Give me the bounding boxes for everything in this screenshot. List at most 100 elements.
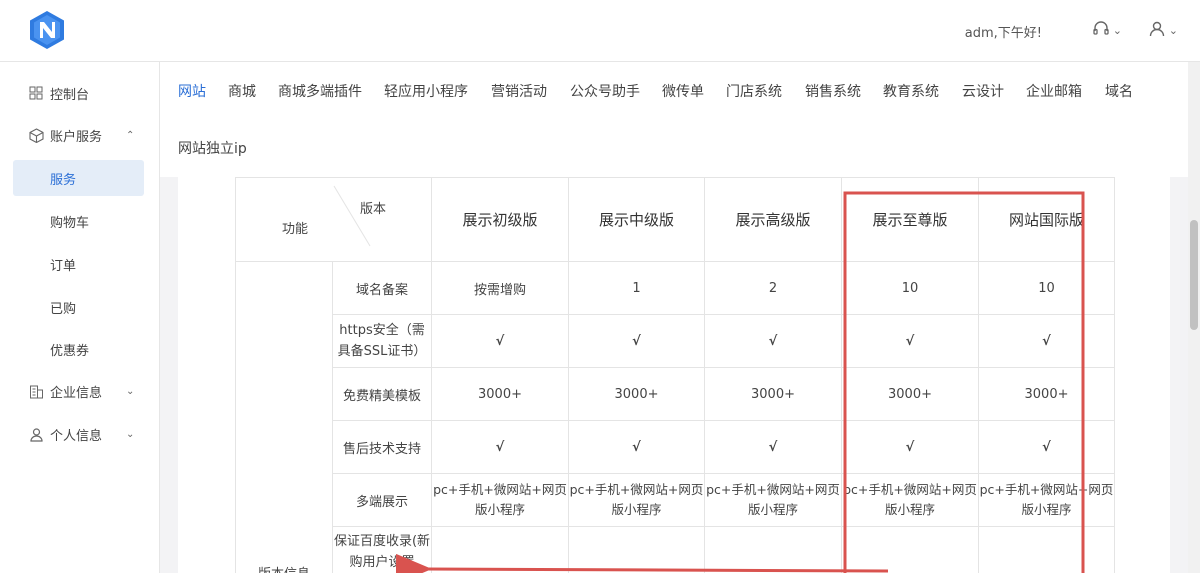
table-cell: pc+手机+微网站+网页版小程序 — [704, 473, 842, 527]
tab-store-system[interactable]: 门店系统 — [726, 81, 782, 101]
chevron-up-icon: ⌃ — [126, 129, 135, 141]
person-icon — [28, 426, 44, 442]
sidebar-item-cart[interactable]: 购物车 — [0, 203, 160, 239]
table-row: 售后技术支持 √ √ √ √ √ — [236, 420, 1115, 474]
sidebar-item-label: 已购 — [50, 301, 77, 317]
sidebar-item-label: 购物车 — [50, 215, 90, 231]
check-icon: √ — [841, 420, 979, 474]
tab-mall-plugin[interactable]: 商城多端插件 — [278, 81, 362, 101]
feature-label: 多端展示 — [332, 473, 432, 527]
chevron-down-icon: ⌄ — [126, 428, 135, 440]
table-cell — [431, 526, 569, 573]
dashboard-icon — [28, 85, 44, 101]
feature-label: 保证百度收录(新购用户设置 — [332, 526, 432, 573]
sidebar-item-label: 控制台 — [50, 87, 90, 103]
tab-education-system[interactable]: 教育系统 — [883, 81, 939, 101]
version-comparison-table: 版本 功能 展示初级版 展示中级版 展示高级版 展示至尊版 网站国际版 版本信息… — [235, 177, 1115, 573]
tab-flyer[interactable]: 微传单 — [662, 81, 704, 101]
tab-website[interactable]: 网站 — [178, 81, 206, 101]
tab-mall[interactable]: 商城 — [228, 81, 256, 101]
sidebar-item-purchased[interactable]: 已购 — [0, 289, 160, 325]
check-icon: √ — [568, 420, 705, 474]
table-cell — [568, 526, 705, 573]
column-header: 展示中级版 — [568, 177, 705, 262]
table-cell: 3000+ — [568, 367, 705, 421]
feature-label: https安全（需具备SSL证书） — [332, 314, 432, 368]
table-cell: 3000+ — [431, 367, 569, 421]
check-icon: √ — [568, 314, 705, 368]
corner-diagonal — [333, 185, 371, 247]
sidebar-item-label: 服务 — [50, 172, 77, 188]
tab-sales-system[interactable]: 销售系统 — [805, 81, 861, 101]
table-cell: 10 — [841, 261, 979, 315]
table-row: 保证百度收录(新购用户设置 — [236, 526, 1115, 573]
sidebar-item-label: 订单 — [50, 258, 77, 274]
table-cell: pc+手机+微网站+网页版小程序 — [568, 473, 705, 527]
chevron-down-icon: ⌄ — [1112, 23, 1122, 37]
sidebar-item-services[interactable]: 服务 — [13, 160, 144, 196]
customer-service-menu[interactable]: ⌄ — [1092, 19, 1122, 41]
table-row: 免费精美模板 3000+ 3000+ 3000+ 3000+ 3000+ — [236, 367, 1115, 421]
scrollbar-thumb[interactable] — [1190, 220, 1198, 330]
tab-cloud-design[interactable]: 云设计 — [962, 81, 1004, 101]
tab-domain[interactable]: 域名 — [1105, 81, 1133, 101]
table-cell: 按需增购 — [431, 261, 569, 315]
product-tabs: 网站 商城 商城多端插件 轻应用小程序 营销活动 公众号助手 微传单 门店系统 … — [160, 62, 1188, 177]
check-icon: √ — [704, 420, 842, 474]
check-icon: √ — [431, 314, 569, 368]
corner-feature-label: 功能 — [282, 222, 309, 237]
table-cell: 2 — [704, 261, 842, 315]
sidebar-item-account-services[interactable]: 账户服务 ⌃ — [0, 117, 160, 153]
column-header: 展示高级版 — [704, 177, 842, 262]
table-cell: 3000+ — [704, 367, 842, 421]
chevron-down-icon: ⌄ — [1168, 23, 1178, 37]
chevron-down-icon: ⌄ — [126, 385, 135, 397]
check-icon: √ — [978, 314, 1115, 368]
comparison-panel: 版本 功能 展示初级版 展示中级版 展示高级版 展示至尊版 网站国际版 版本信息… — [178, 177, 1170, 573]
tab-enterprise-mail[interactable]: 企业邮箱 — [1026, 81, 1082, 101]
table-cell — [704, 526, 842, 573]
column-header: 网站国际版 — [978, 177, 1115, 262]
feature-label: 售后技术支持 — [332, 420, 432, 474]
sidebar-item-label: 个人信息 — [50, 428, 103, 444]
sidebar-item-label: 企业信息 — [50, 385, 103, 401]
tab-mini-program[interactable]: 轻应用小程序 — [384, 81, 468, 101]
table-cell — [841, 526, 979, 573]
user-icon — [1148, 20, 1166, 41]
sidebar: 控制台 账户服务 ⌃ 服务 购物车 订单 已购 优惠券 企业信息 ⌄ 个人信息 … — [0, 62, 160, 573]
table-cell: 1 — [568, 261, 705, 315]
table-cell: 10 — [978, 261, 1115, 315]
table-cell: pc+手机+微网站+网页版小程序 — [841, 473, 979, 527]
sidebar-item-console[interactable]: 控制台 — [0, 75, 160, 111]
corner-version-label: 版本 — [360, 202, 387, 217]
column-header: 展示至尊版 — [841, 177, 979, 262]
tab-dedicated-ip[interactable]: 网站独立ip — [178, 138, 247, 158]
sidebar-item-coupons[interactable]: 优惠券 — [0, 331, 160, 367]
check-icon: √ — [704, 314, 842, 368]
feature-label: 域名备案 — [332, 261, 432, 315]
tab-official-account[interactable]: 公众号助手 — [570, 81, 640, 101]
user-menu[interactable]: ⌄ — [1148, 19, 1178, 41]
table-row: 版本信息 域名备案 按需增购 1 2 10 10 — [235, 261, 1115, 573]
sidebar-item-orders[interactable]: 订单 — [0, 246, 160, 282]
table-corner-header: 版本 功能 — [235, 177, 432, 262]
building-icon — [28, 383, 44, 399]
feature-label: 免费精美模板 — [332, 367, 432, 421]
tab-marketing[interactable]: 营销活动 — [491, 81, 547, 101]
box-icon — [28, 127, 44, 143]
check-icon: √ — [431, 420, 569, 474]
group-label: 版本信息 — [235, 261, 333, 573]
table-cell: 3000+ — [978, 367, 1115, 421]
sidebar-item-personal-info[interactable]: 个人信息 ⌄ — [0, 416, 160, 452]
sidebar-item-label: 账户服务 — [50, 129, 103, 145]
greeting-text: adm,下午好! — [964, 26, 1042, 41]
check-icon: √ — [978, 420, 1115, 474]
table-cell: pc+手机+微网站+网页版小程序 — [431, 473, 569, 527]
page-scrollbar[interactable] — [1188, 62, 1200, 573]
sidebar-item-company-info[interactable]: 企业信息 ⌄ — [0, 373, 160, 409]
table-cell: pc+手机+微网站+网页版小程序 — [978, 473, 1115, 527]
column-header: 展示初级版 — [431, 177, 569, 262]
logo-icon[interactable] — [27, 10, 67, 50]
check-icon: √ — [841, 314, 979, 368]
sidebar-item-label: 优惠券 — [50, 343, 90, 359]
